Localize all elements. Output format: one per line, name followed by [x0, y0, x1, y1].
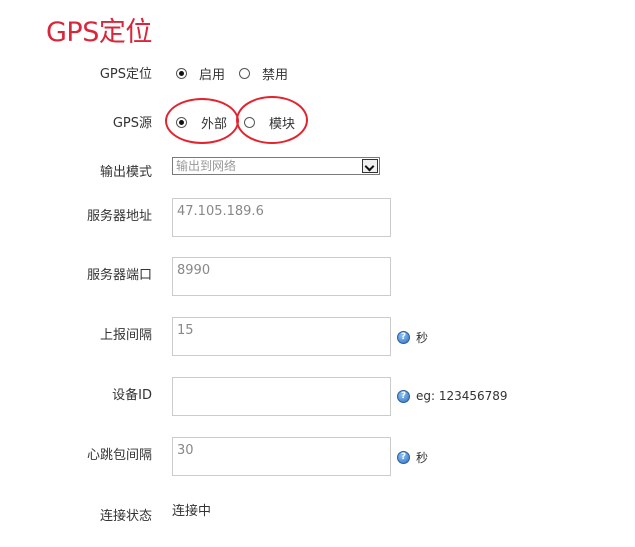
server-address-label: 服务器地址 — [86, 209, 152, 224]
gps-enable-option-on-label[interactable]: 启用 — [199, 64, 225, 83]
gps-source-radio-external[interactable] — [176, 117, 187, 128]
gps-enable-radio-off[interactable] — [239, 68, 251, 79]
device-id-help: ? eg: 123456789 — [397, 389, 508, 403]
gps-source-label: GPS源 — [112, 116, 152, 131]
server-port-label: 服务器端口 — [86, 268, 152, 283]
gps-source-option-external-label[interactable]: 外部 — [201, 113, 227, 132]
report-interval-unit: 秒 — [416, 331, 429, 345]
heartbeat-interval-input[interactable]: 30 — [172, 437, 391, 476]
help-icon[interactable]: ? — [397, 389, 410, 403]
connection-status-value: 连接中 — [172, 504, 212, 519]
gps-source-radio-group: 外部 模块 — [176, 113, 295, 132]
heartbeat-interval-unit: 秒 — [416, 451, 429, 465]
gps-enable-label: GPS定位 — [99, 67, 152, 82]
gps-source-radio-module[interactable] — [244, 117, 256, 128]
report-interval-label: 上报间隔 — [99, 328, 152, 343]
server-port-input[interactable]: 8990 — [172, 257, 391, 296]
heartbeat-interval-label: 心跳包间隔 — [86, 448, 152, 463]
gps-enable-radio-on[interactable] — [176, 68, 187, 79]
output-mode-label: 输出模式 — [99, 165, 152, 180]
gps-enable-option-off-label[interactable]: 禁用 — [262, 64, 288, 83]
heartbeat-interval-help: ? 秒 — [397, 449, 428, 466]
gps-settings-page: GPS定位 GPS定位 启用 禁用 GPS源 外部 模块 输出模式 输出到网络 … — [0, 0, 635, 547]
gps-source-option-module-label[interactable]: 模块 — [269, 113, 295, 132]
report-interval-input[interactable]: 15 — [172, 317, 391, 356]
device-id-input[interactable] — [172, 377, 391, 416]
help-icon[interactable]: ? — [397, 451, 410, 464]
help-icon[interactable]: ? — [397, 331, 410, 344]
device-id-hint: eg: 123456789 — [416, 389, 508, 403]
server-address-input[interactable]: 47.105.189.6 — [172, 198, 391, 237]
report-interval-help: ? 秒 — [397, 329, 428, 346]
device-id-label: 设备ID — [112, 388, 152, 403]
page-title: GPS定位 — [46, 17, 152, 48]
connection-status-label: 连接状态 — [99, 509, 152, 524]
gps-enable-radio-group: 启用 禁用 — [176, 64, 288, 83]
chevron-down-icon[interactable] — [362, 159, 378, 173]
output-mode-select[interactable]: 输出到网络 — [172, 157, 380, 175]
output-mode-selected-value: 输出到网络 — [176, 159, 237, 173]
